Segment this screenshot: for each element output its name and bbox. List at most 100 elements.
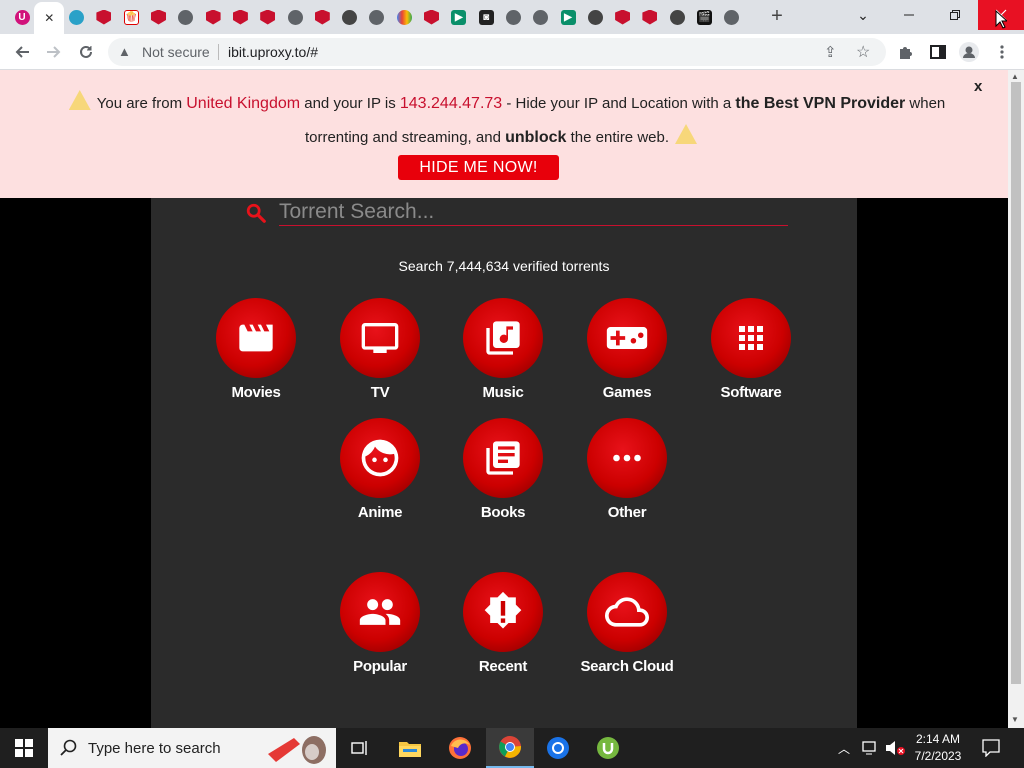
browser-tab[interactable] — [311, 6, 333, 28]
share-icon[interactable]: ⇪ — [824, 43, 837, 61]
browser-tab[interactable] — [666, 6, 688, 28]
category-circle[interactable] — [711, 298, 791, 378]
category-movies[interactable]: Movies — [201, 298, 311, 401]
reload-icon[interactable] — [76, 42, 96, 62]
browser-tab[interactable] — [366, 6, 388, 28]
back-arrow-icon[interactable] — [12, 42, 32, 62]
taskbar-search-box[interactable]: Type here to search — [48, 728, 336, 768]
browser-tab[interactable]: 🎬 — [694, 6, 716, 28]
chrome-icon[interactable] — [486, 728, 534, 768]
banner-vpn-link[interactable]: the Best VPN Provider — [735, 95, 905, 112]
close-tab-icon[interactable]: ✕ — [44, 11, 54, 25]
chrome-beta-icon[interactable] — [534, 728, 582, 768]
category-label[interactable]: Books — [448, 504, 558, 521]
browser-tab[interactable] — [66, 6, 88, 28]
category-label[interactable]: Anime — [325, 504, 435, 521]
taskbar-search-placeholder[interactable]: Type here to search — [88, 740, 221, 757]
new-tab-button[interactable]: + — [766, 6, 788, 28]
minimize-button[interactable] — [886, 0, 932, 30]
category-label[interactable]: Other — [572, 504, 682, 521]
forward-arrow-icon[interactable] — [44, 42, 64, 62]
file-explorer-icon[interactable] — [386, 728, 434, 768]
browser-tab[interactable] — [502, 6, 524, 28]
extensions-puzzle-icon[interactable] — [896, 42, 916, 62]
restore-button[interactable] — [932, 0, 978, 30]
category-circle[interactable] — [216, 298, 296, 378]
browser-tab[interactable]: ▶ — [557, 6, 579, 28]
scroll-up-arrow-icon[interactable]: ▲ — [1011, 72, 1019, 81]
category-label[interactable]: TV — [325, 384, 435, 401]
category-circle[interactable] — [340, 572, 420, 652]
browser-tab[interactable] — [284, 6, 306, 28]
browser-tab[interactable] — [148, 6, 170, 28]
network-icon[interactable] — [862, 741, 880, 755]
active-tab[interactable]: ✕ — [34, 2, 65, 34]
hide-me-now-button[interactable]: HIDE ME NOW! — [398, 155, 559, 180]
browser-tab[interactable]: 🍿 — [120, 6, 142, 28]
menu-kebab-icon[interactable] — [992, 42, 1012, 62]
browser-tab[interactable]: ◙ — [475, 6, 497, 28]
category-circle[interactable] — [587, 298, 667, 378]
category-circle[interactable] — [463, 418, 543, 498]
side-panel-icon[interactable] — [928, 42, 948, 62]
utorrent-icon[interactable] — [584, 728, 632, 768]
url-text[interactable]: ibit.uproxy.to/# — [228, 44, 318, 60]
category-label[interactable]: Music — [448, 384, 558, 401]
show-hidden-icons-chevron-icon[interactable]: ︿ — [838, 740, 850, 757]
category-games[interactable]: Games — [572, 298, 682, 401]
bookmark-star-icon[interactable]: ☆ — [856, 42, 870, 62]
browser-tab[interactable] — [721, 6, 743, 28]
page-scrollbar[interactable]: ▲ ▼ — [1008, 70, 1024, 728]
category-popular[interactable]: Popular — [325, 572, 435, 675]
browser-tab[interactable] — [229, 6, 251, 28]
browser-tab[interactable] — [584, 6, 606, 28]
browser-tab[interactable] — [202, 6, 224, 28]
close-banner-button[interactable]: x — [974, 78, 982, 95]
search-icon[interactable] — [245, 202, 267, 224]
category-label[interactable]: Search Cloud — [572, 658, 682, 675]
category-label[interactable]: Popular — [325, 658, 435, 675]
category-circle[interactable] — [463, 298, 543, 378]
category-search-cloud[interactable]: Search Cloud — [572, 572, 682, 675]
browser-tab[interactable] — [257, 6, 279, 28]
browser-tab[interactable]: U — [11, 6, 33, 28]
category-anime[interactable]: Anime — [325, 418, 435, 521]
browser-tab[interactable] — [421, 6, 443, 28]
category-circle[interactable] — [587, 418, 667, 498]
profile-avatar-icon[interactable] — [959, 42, 979, 62]
browser-tab[interactable] — [530, 6, 552, 28]
category-tv[interactable]: TV — [325, 298, 435, 401]
category-other[interactable]: Other — [572, 418, 682, 521]
system-clock[interactable]: 2:14 AM 7/2/2023 — [908, 731, 968, 765]
category-recent[interactable]: Recent — [448, 572, 558, 675]
scroll-down-arrow-icon[interactable]: ▼ — [1011, 715, 1019, 724]
browser-tab[interactable] — [93, 6, 115, 28]
scrollbar-thumb[interactable] — [1011, 82, 1021, 684]
category-label[interactable]: Recent — [448, 658, 558, 675]
browser-tab[interactable]: ▶ — [448, 6, 470, 28]
browser-tab[interactable] — [339, 6, 361, 28]
notification-center-icon[interactable] — [982, 739, 1000, 757]
category-label[interactable]: Games — [572, 384, 682, 401]
category-music[interactable]: Music — [448, 298, 558, 401]
category-circle[interactable] — [463, 572, 543, 652]
volume-muted-icon[interactable] — [885, 740, 907, 756]
browser-tab[interactable] — [612, 6, 634, 28]
security-status-text[interactable]: Not secure — [142, 44, 210, 60]
category-circle[interactable] — [340, 418, 420, 498]
category-label[interactable]: Movies — [201, 384, 311, 401]
browser-tab[interactable] — [639, 6, 661, 28]
browser-tab[interactable] — [175, 6, 197, 28]
category-label[interactable]: Software — [696, 384, 806, 401]
category-circle[interactable] — [587, 572, 667, 652]
browser-tab[interactable] — [393, 6, 415, 28]
warning-triangle-icon[interactable]: ▲ — [118, 44, 131, 59]
category-books[interactable]: Books — [448, 418, 558, 521]
start-button[interactable] — [0, 728, 48, 768]
tab-search-chevron-icon[interactable]: ⌄ — [840, 0, 886, 30]
address-bar[interactable]: ▲ Not secure ibit.uproxy.to/# ⇪ ☆ — [108, 38, 886, 66]
task-view-icon[interactable] — [336, 728, 384, 768]
firefox-icon[interactable] — [436, 728, 484, 768]
category-software[interactable]: Software — [696, 298, 806, 401]
category-circle[interactable] — [340, 298, 420, 378]
